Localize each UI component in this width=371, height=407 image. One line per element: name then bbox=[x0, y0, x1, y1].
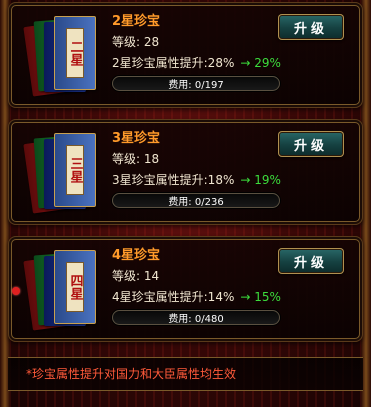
treasure-card-4star: 四星 4星珍宝 等级: 14 4星珍宝属性提升:14% → 15% 费用: 0/4… bbox=[8, 236, 363, 342]
level-value: 14 bbox=[143, 269, 160, 283]
red-dot-icon bbox=[12, 287, 20, 295]
level-value: 28 bbox=[143, 35, 160, 49]
level-row: 等级: 14 bbox=[112, 267, 159, 284]
treasure-upgrade-panel: 二星 2星珍宝 等级: 28 2星珍宝属性提升:28% → 29% 费用: 0/1… bbox=[0, 0, 371, 407]
book-star-label: 三星 bbox=[66, 145, 84, 195]
attribute-current: 3星珍宝属性提升:18% bbox=[112, 173, 235, 187]
attribute-row: 2星珍宝属性提升:28% → 29% bbox=[112, 54, 281, 71]
level-label: 等级: bbox=[112, 269, 141, 283]
level-label: 等级: bbox=[112, 152, 141, 166]
book-stack-icon: 二星 bbox=[23, 16, 98, 97]
attribute-current: 2星珍宝属性提升:28% bbox=[112, 56, 235, 70]
attribute-next: → 15% bbox=[240, 290, 281, 304]
cost-bar: 费用: 0/197 bbox=[112, 76, 280, 91]
level-value: 18 bbox=[143, 152, 160, 166]
book-stack-icon: 四星 bbox=[23, 250, 98, 331]
upgrade-button[interactable]: 升级 bbox=[278, 131, 344, 157]
book-star-label: 四星 bbox=[66, 262, 84, 312]
book-star-label: 二星 bbox=[66, 28, 84, 78]
level-label: 等级: bbox=[112, 35, 141, 49]
level-row: 等级: 18 bbox=[112, 150, 159, 167]
attribute-row: 3星珍宝属性提升:18% → 19% bbox=[112, 171, 281, 188]
attribute-row: 4星珍宝属性提升:14% → 15% bbox=[112, 288, 281, 305]
treasure-card-3star: 三星 3星珍宝 等级: 18 3星珍宝属性提升:18% → 19% 费用: 0/2… bbox=[8, 119, 363, 225]
footer-note-bar: *珍宝属性提升对国力和大臣属性均生效 bbox=[8, 357, 363, 391]
attribute-current: 4星珍宝属性提升:14% bbox=[112, 290, 235, 304]
treasure-title: 3星珍宝 bbox=[112, 131, 161, 146]
cost-bar: 费用: 0/236 bbox=[112, 193, 280, 208]
cost-bar: 费用: 0/480 bbox=[112, 310, 280, 325]
footer-note: *珍宝属性提升对国力和大臣属性均生效 bbox=[26, 367, 237, 381]
treasure-title: 4星珍宝 bbox=[112, 248, 161, 263]
upgrade-button[interactable]: 升级 bbox=[278, 248, 344, 274]
treasure-title: 2星珍宝 bbox=[112, 14, 161, 29]
attribute-next: → 29% bbox=[240, 56, 281, 70]
level-row: 等级: 28 bbox=[112, 33, 159, 50]
book-stack-icon: 三星 bbox=[23, 133, 98, 214]
treasure-card-2star: 二星 2星珍宝 等级: 28 2星珍宝属性提升:28% → 29% 费用: 0/1… bbox=[8, 2, 363, 108]
attribute-next: → 19% bbox=[240, 173, 281, 187]
upgrade-button[interactable]: 升级 bbox=[278, 14, 344, 40]
